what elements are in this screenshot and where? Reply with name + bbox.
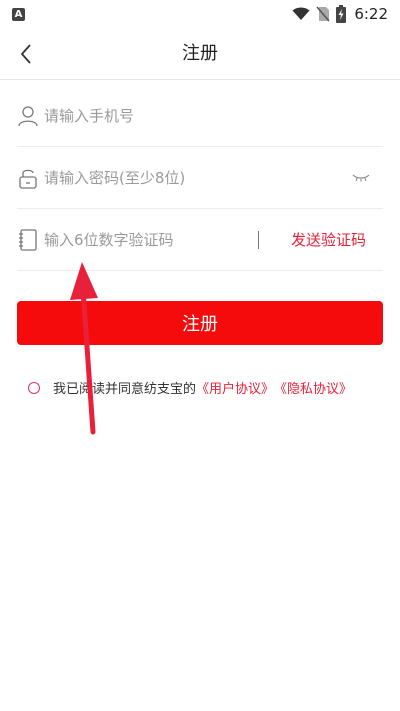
chevron-left-icon <box>20 44 31 64</box>
user-icon <box>17 105 39 127</box>
status-left: A <box>12 7 25 21</box>
phone-row <box>17 85 383 147</box>
status-time: 6:22 <box>354 5 388 23</box>
eye-closed-icon <box>352 174 370 181</box>
vertical-divider <box>257 230 259 249</box>
password-row <box>17 147 383 209</box>
toggle-password-visibility[interactable] <box>349 168 373 188</box>
battery-charging-icon <box>336 5 347 23</box>
status-bar: A 6:22 <box>0 0 400 28</box>
back-button[interactable] <box>10 38 42 70</box>
user-agreement-link[interactable]: 《用户协议》 <box>196 378 274 397</box>
status-right: 6:22 <box>292 5 388 23</box>
agreement-text: 我已阅读并同意纺支宝的 <box>53 382 197 397</box>
page-title: 注册 <box>182 43 218 64</box>
send-code-button[interactable]: 发送验证码 <box>291 229 366 250</box>
verification-code-input[interactable] <box>44 219 258 260</box>
notebook-icon <box>17 228 39 251</box>
agreement-radio[interactable] <box>28 381 40 394</box>
app-notification-icon: A <box>12 7 25 21</box>
agreement-row: 我已阅读并同意纺支宝的 《用户协议》 《隐私协议》 <box>28 378 378 397</box>
password-input[interactable] <box>44 157 349 198</box>
register-button[interactable]: 注册 <box>17 301 383 345</box>
code-row: 发送验证码 <box>17 209 383 271</box>
no-sim-icon <box>316 6 330 22</box>
privacy-agreement-link[interactable]: 《隐私协议》 <box>274 378 352 397</box>
register-form: 发送验证码 <box>17 85 383 271</box>
nav-bar: 注册 <box>0 28 400 80</box>
lock-icon <box>17 167 39 189</box>
phone-input[interactable] <box>44 95 383 136</box>
wifi-icon <box>292 7 310 20</box>
